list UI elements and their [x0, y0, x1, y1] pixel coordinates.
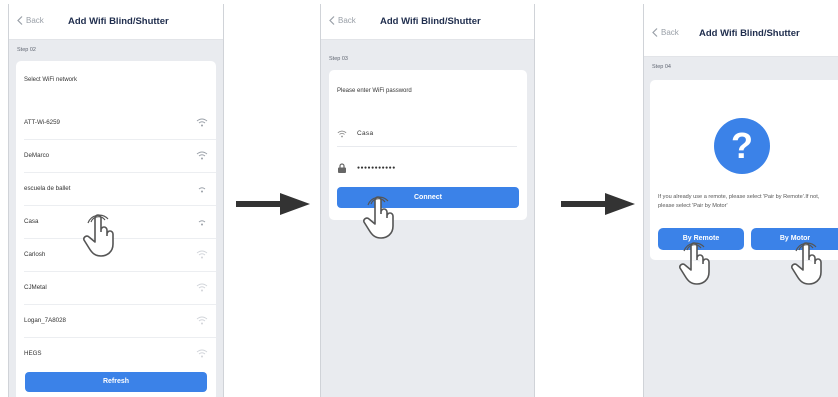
chevron-left-icon [329, 16, 335, 25]
network-item[interactable]: escuela de ballet [24, 173, 216, 206]
screen-select-network: Back Add Wifi Blind/Shutter Step 02 Sele… [8, 4, 224, 397]
back-label: Back [661, 28, 679, 37]
page-title: Add Wifi Blind/Shutter [699, 28, 800, 39]
wifi-icon [196, 283, 208, 292]
wifi-icon [337, 130, 347, 138]
network-item-selected[interactable]: Casa [24, 206, 216, 239]
wifi-icon [196, 250, 208, 259]
step-label: Step 03 [329, 56, 348, 62]
page-title: Add Wifi Blind/Shutter [380, 16, 481, 27]
pair-instructions: If you already use a remote, please sele… [658, 194, 820, 209]
wifi-icon [196, 151, 208, 160]
top-bar: Back Add Wifi Blind/Shutter [9, 4, 223, 40]
network-item[interactable]: Carlosh [24, 239, 216, 272]
back-button[interactable]: Back [329, 16, 356, 25]
hand-pointer-icon [791, 242, 822, 285]
wifi-icon [196, 316, 208, 325]
screen-enter-password: Back Add Wifi Blind/Shutter Step 03 Plea… [320, 4, 535, 397]
network-item[interactable]: CJMetal [24, 272, 216, 305]
wifi-icon [196, 118, 208, 127]
network-name: Logan_7A8028 [24, 317, 66, 324]
network-name: ATT-Wi-6259 [24, 119, 60, 126]
top-bar: Back Add Wifi Blind/Shutter [321, 4, 534, 40]
network-name: HEGS [24, 350, 42, 357]
network-item[interactable]: ATT-Wi-6259 [24, 107, 216, 140]
lock-icon [338, 163, 346, 173]
back-button[interactable]: Back [17, 16, 44, 25]
chevron-left-icon [652, 28, 658, 37]
arrow-right-icon [236, 193, 310, 215]
password-value: ●●●●●●●●●●● [357, 165, 396, 171]
top-bar: Back Add Wifi Blind/Shutter [644, 4, 838, 57]
ssid-value: Casa [357, 130, 374, 137]
network-name: Carlosh [24, 251, 46, 258]
ssid-field[interactable]: Casa [337, 122, 517, 147]
network-card: Select WiFi network ATT-Wi-6259 DeMarco … [16, 61, 216, 397]
chevron-left-icon [17, 16, 23, 25]
screen-pair-method: Back Add Wifi Blind/Shutter Step 04 ? If… [643, 4, 838, 397]
hand-pointer-icon [363, 196, 394, 239]
enter-password-label: Please enter WiFi password [337, 88, 412, 94]
wifi-icon [198, 220, 206, 226]
network-name: DeMarco [24, 152, 50, 159]
back-label: Back [26, 16, 44, 25]
select-network-label: Select WiFi network [24, 77, 78, 83]
hand-pointer-icon [83, 214, 114, 257]
network-item[interactable]: HEGS [24, 338, 216, 370]
wifi-icon [198, 187, 206, 193]
arrow-right-icon [561, 193, 635, 215]
hand-pointer-icon [679, 242, 710, 285]
network-item[interactable]: Logan_7A8028 [24, 305, 216, 338]
password-field[interactable]: ●●●●●●●●●●● [337, 156, 517, 180]
page-title: Add Wifi Blind/Shutter [68, 16, 169, 27]
step-label: Step 04 [652, 64, 671, 70]
network-name: Casa [24, 218, 39, 225]
step-label: Step 02 [17, 47, 36, 53]
back-button[interactable]: Back [652, 28, 679, 37]
network-name: CJMetal [24, 284, 47, 291]
wifi-icon [196, 349, 208, 358]
refresh-button[interactable]: Refresh [25, 372, 207, 392]
question-icon: ? [714, 118, 770, 174]
back-label: Back [338, 16, 356, 25]
network-name: escuela de ballet [24, 185, 71, 192]
network-item[interactable]: DeMarco [24, 140, 216, 173]
